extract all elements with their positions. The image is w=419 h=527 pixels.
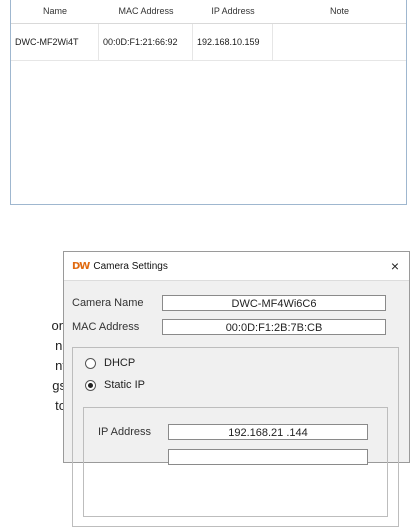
camera-settings-dialog: DW Camera Settings × Camera Name DWC-MF4… [63, 251, 410, 527]
cell-note [273, 24, 406, 60]
cell-ip: 192.168.10.159 [193, 24, 273, 60]
ip-address-field[interactable]: 192.168.21 .144 [168, 424, 368, 440]
camera-name-label: Camera Name [72, 297, 144, 309]
static-ip-radio[interactable] [85, 379, 96, 391]
next-field-row [168, 448, 368, 466]
column-header-mac[interactable]: MAC Address [99, 6, 193, 16]
static-ip-option[interactable]: Static IP [85, 379, 145, 391]
network-settings-group: DHCP Static IP IP Address 192.168.21 .14… [72, 347, 399, 527]
static-ip-label: Static IP [104, 379, 145, 391]
dhcp-option[interactable]: DHCP [85, 357, 135, 369]
static-ip-group: IP Address 192.168.21 .144 [83, 407, 388, 517]
dhcp-label: DHCP [104, 357, 136, 369]
device-list-window: Name MAC Address IP Address Note DWC-MF2… [10, 0, 407, 205]
cell-name: DWC-MF2Wi4T [11, 24, 99, 60]
dhcp-radio[interactable] [85, 357, 96, 369]
mac-address-field: 00:0D:F1:2B:7B:CB [162, 319, 386, 335]
mac-address-row: MAC Address 00:0D:F1:2B:7B:CB [72, 318, 386, 336]
table-row[interactable]: DWC-MF2Wi4T 00:0D:F1:21:66:92 192.168.10… [11, 24, 406, 61]
close-button[interactable]: × [381, 252, 409, 280]
dw-logo-icon: DW [72, 260, 90, 272]
dialog-body: Camera Name DWC-MF4Wi6C6 MAC Address 00:… [64, 280, 409, 527]
camera-name-row: Camera Name DWC-MF4Wi6C6 [72, 294, 386, 312]
cell-mac: 00:0D:F1:21:66:92 [99, 24, 193, 60]
column-header-ip[interactable]: IP Address [193, 6, 273, 16]
dialog-title: Camera Settings [93, 260, 168, 272]
camera-name-field[interactable]: DWC-MF4Wi6C6 [162, 295, 386, 311]
column-header-note[interactable]: Note [273, 6, 406, 16]
dialog-title-bar[interactable]: DW Camera Settings × [64, 252, 409, 280]
ip-address-label: IP Address [98, 426, 151, 438]
column-header-name[interactable]: Name [11, 6, 99, 16]
ip-address-row: IP Address 192.168.21 .144 [98, 423, 368, 441]
device-list-header: Name MAC Address IP Address Note [11, 0, 406, 24]
mac-address-label: MAC Address [72, 321, 140, 333]
